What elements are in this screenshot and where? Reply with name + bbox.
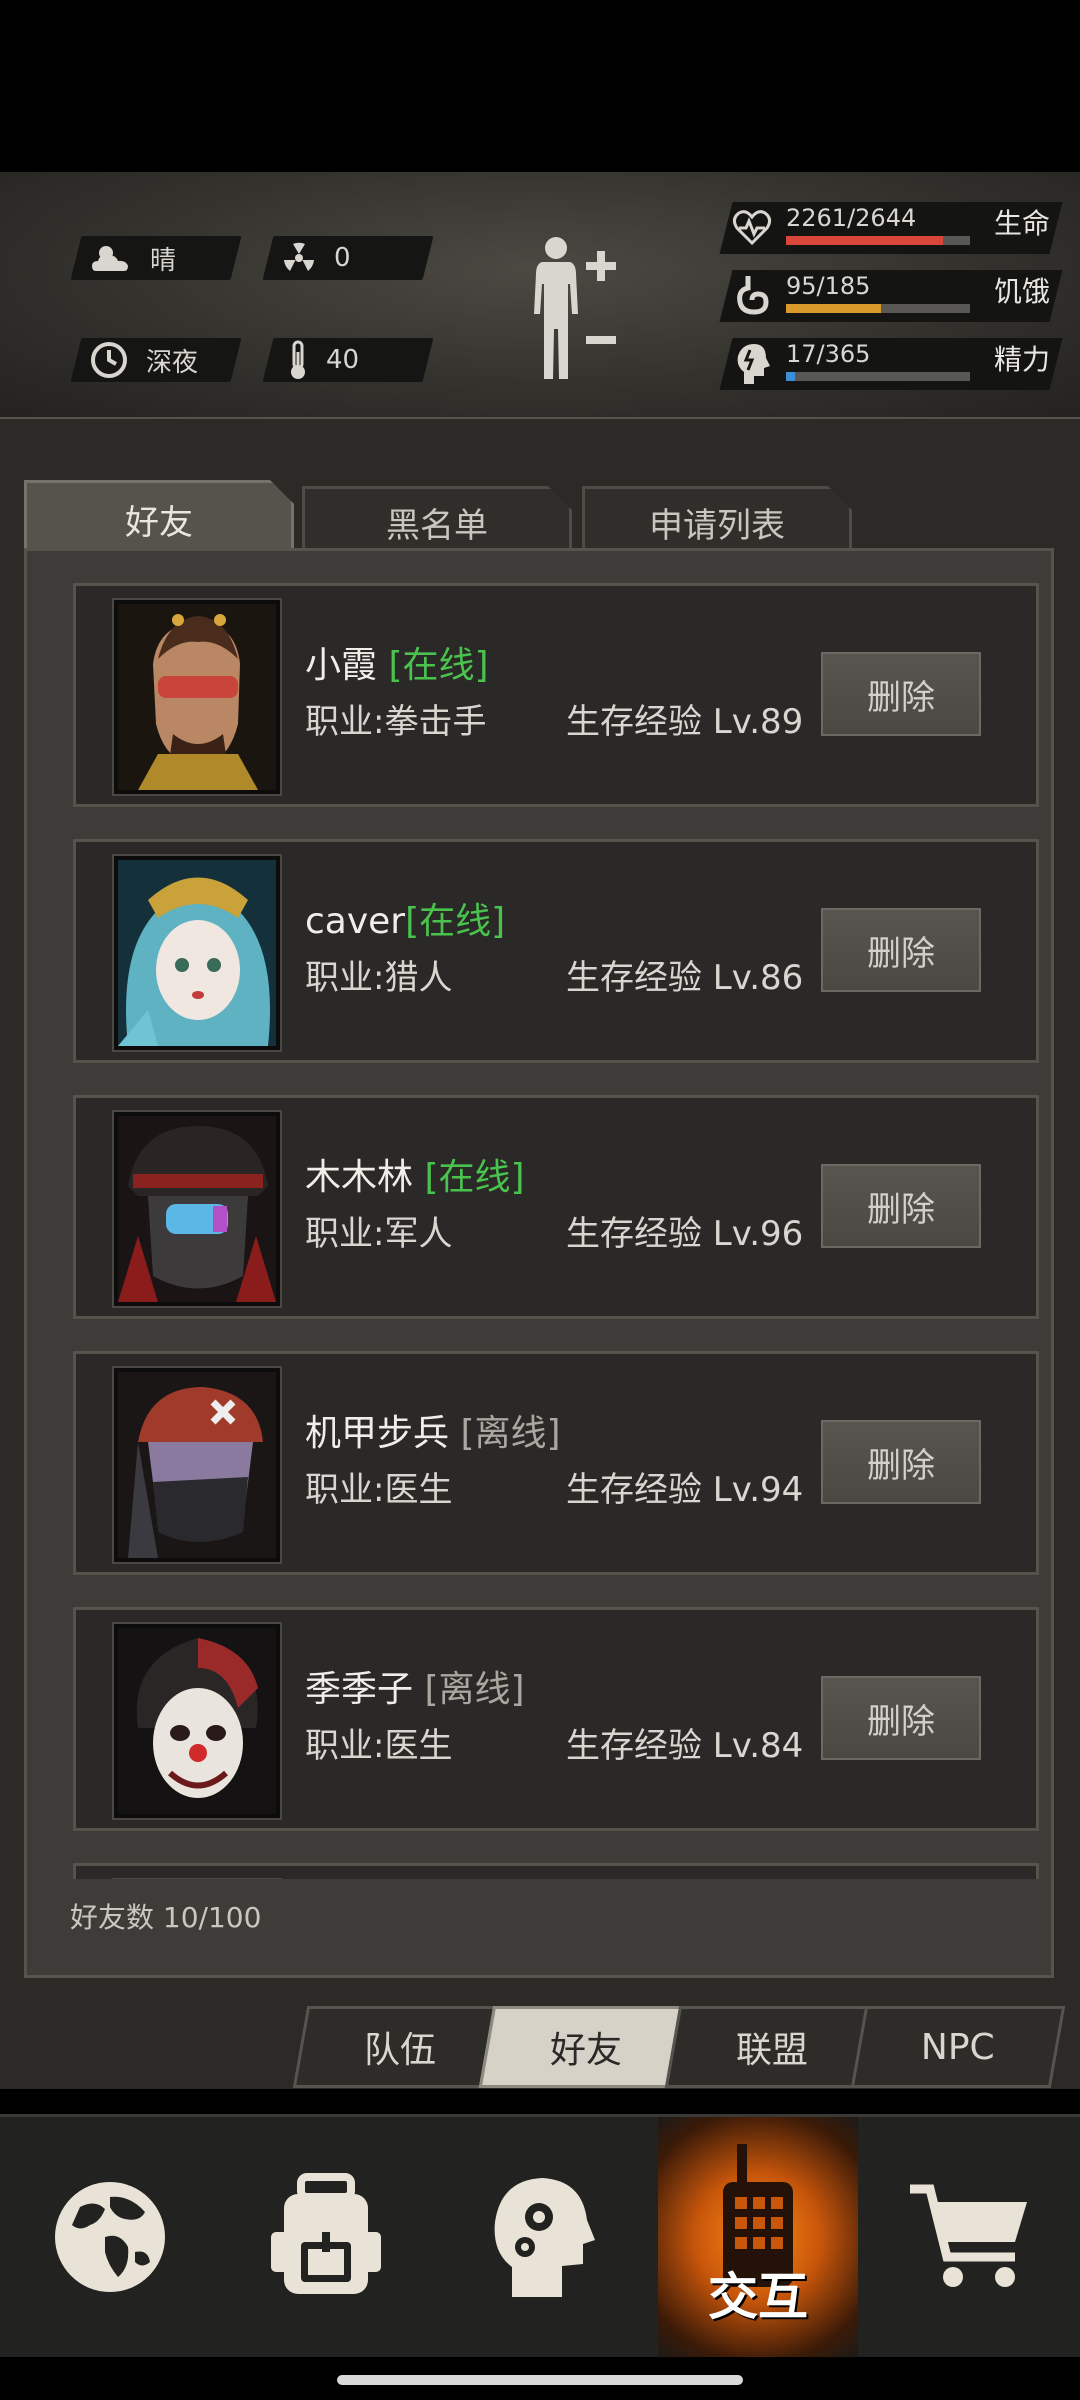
clock-icon [91,342,127,378]
energy-track [786,372,970,381]
friend-exp: 生存经验 Lv.89 [566,702,804,742]
delete-friend-button[interactable]: 删除 [819,650,983,738]
tab-friends[interactable]: 好友 [24,480,294,555]
subtab-alliance[interactable]: 联盟 [664,2006,880,2088]
temperature-value: 40 [326,345,360,375]
delete-friend-button[interactable]: 删除 [819,1162,983,1250]
friend-name: 机甲步兵 [离线] [305,1413,561,1454]
friend-name: 小霞 [在线] [305,645,489,686]
delete-friend-button[interactable]: 删除 [819,1418,983,1506]
friend-job: 职业:医生 [305,1726,453,1766]
friend-card: caver[在线] 职业:猎人 生存经验 Lv.86 删除 [73,839,1039,1063]
friend-job: 职业:拳击手 [305,702,487,742]
cart-icon [910,2184,1027,2287]
delete-friend-button[interactable]: 删除 [819,906,983,994]
thermometer-icon [291,340,305,379]
hunger-label: 饥饿 [994,275,1051,308]
hunger-text: 95/185 [786,272,871,300]
offline-status: [离线] [424,1669,525,1710]
health-text: 2261/2644 [786,204,917,232]
tab-requests[interactable]: 申请列表 [582,486,852,555]
brain-head-icon [737,344,770,384]
heart-icon [732,210,772,246]
friend-list-frame: 小霞 [在线] 职业:拳击手 生存经验 Lv.89 删除 caver[在线] 职… [24,548,1054,1978]
friend-card: 机甲步兵 [离线] 职业:医生 生存经验 Lv.94 删除 [73,1351,1039,1575]
time-of-day-text: 深夜 [146,347,199,378]
friend-exp: 生存经验 Lv.94 [566,1470,804,1510]
online-status: [在线] [424,1157,525,1198]
globe-icon [55,2182,165,2292]
friend-exp: 生存经验 Lv.84 [566,1726,804,1766]
weather-chip: 晴 [90,236,176,280]
subtab-friends[interactable]: 好友 [478,2006,694,2088]
friend-card: 季季子 [离线] 职业:医生 生存经验 Lv.84 删除 [73,1607,1039,1831]
energy-text: 17/365 [786,340,871,368]
friend-card-partial [73,1863,1039,1879]
temperature-chip: 40 [288,338,359,382]
health-fill [786,236,944,245]
status-area: 晴 0 深夜 40 2261/2644 生命 95/185 饥饿 17/365 … [0,172,1080,417]
avatar[interactable] [114,1624,280,1818]
avatar[interactable] [114,1112,280,1306]
weather-text: 晴 [150,245,177,276]
nav-interact[interactable]: 交互 [658,2117,858,2357]
energy-label: 精力 [994,343,1051,376]
radiation-chip: 0 [282,236,351,280]
subtab-npc[interactable]: NPC [850,2006,1066,2088]
cloud-sun-icon [92,246,128,271]
online-status: [在线] [405,901,506,942]
friend-list[interactable]: 小霞 [在线] 职业:拳击手 生存经验 Lv.89 删除 caver[在线] 职… [27,551,1051,1879]
nav-interact-label: 交互 [708,2268,808,2326]
friend-job: 职业:医生 [305,1470,453,1510]
friend-exp: 生存经验 Lv.96 [566,1214,804,1254]
friend-name: 季季子 [离线] [305,1669,525,1710]
friend-job: 职业:军人 [305,1214,453,1254]
offline-status: [离线] [460,1413,561,1454]
friend-name: 木木林 [在线] [305,1157,525,1198]
radiation-value: 0 [334,243,351,273]
radiation-icon [284,242,314,271]
online-status: [在线] [388,645,489,686]
avatar[interactable] [114,1368,280,1562]
delete-friend-button[interactable]: 删除 [819,1674,983,1762]
tab-blacklist[interactable]: 黑名单 [302,486,572,555]
energy-fill [786,372,795,381]
nav-backpack[interactable] [226,2117,426,2357]
bottom-nav: 交互 [0,2114,1080,2357]
friend-name: caver[在线] [305,901,506,942]
nav-skills[interactable] [442,2117,642,2357]
avatar[interactable] [114,600,280,794]
nav-world[interactable] [10,2117,210,2357]
stomach-icon [737,276,769,315]
health-label: 生命 [994,207,1051,240]
hunger-track [786,304,970,313]
friend-card: 小霞 [在线] 职业:拳击手 生存经验 Lv.89 删除 [73,583,1039,807]
skills-head-icon [494,2178,595,2297]
nav-shop[interactable] [870,2117,1070,2357]
time-chip: 深夜 [90,338,198,382]
friend-count: 好友数 10/100 [70,1901,262,1934]
backpack-icon [271,2173,381,2294]
friend-job: 职业:猎人 [305,958,453,998]
avatar[interactable] [114,856,280,1050]
home-indicator[interactable] [337,2375,743,2385]
hunger-fill [786,304,881,313]
friend-card: 木木林 [在线] 职业:军人 生存经验 Lv.96 删除 [73,1095,1039,1319]
health-track [786,236,970,245]
subtab-team[interactable]: 队伍 [292,2006,508,2088]
body-status-icon[interactable] [522,234,622,384]
friend-exp: 生存经验 Lv.86 [566,958,804,998]
